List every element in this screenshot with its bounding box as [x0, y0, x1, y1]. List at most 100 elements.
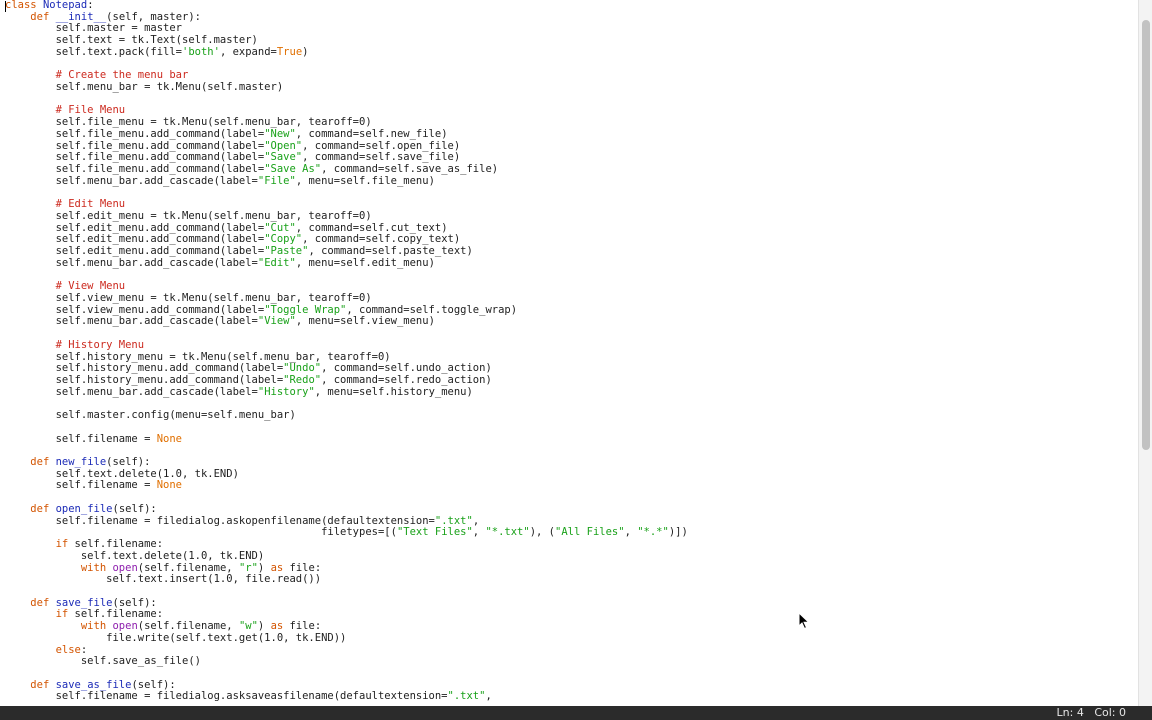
- code-token: (self):: [112, 596, 157, 609]
- code-token: , command=self.save_file): [302, 151, 461, 164]
- code-token: # File Menu: [55, 104, 126, 117]
- code-token: , command=self.copy_text): [302, 233, 461, 246]
- code-token: ,: [472, 514, 480, 527]
- code-token: )]): [668, 526, 688, 539]
- code-token: , menu=self.view_menu): [295, 315, 435, 328]
- code-token: "*.*": [637, 526, 669, 539]
- code-token: self.file_menu.add_command(label=: [5, 127, 265, 140]
- code-token: :: [80, 643, 88, 656]
- code-token: self.view_menu = tk.Menu(self.menu_bar, …: [5, 291, 372, 304]
- code-token: self.view_menu.add_command(label=: [5, 303, 265, 316]
- code-token: "Toggle Wrap": [264, 303, 347, 316]
- code-token: "View": [257, 315, 296, 328]
- code-token: self.text.delete(1.0, tk.END): [5, 549, 265, 562]
- code-token: file.write(self.text.get(1.0, tk.END)): [5, 631, 347, 644]
- code-token: self.text = tk.Text(self.master): [5, 34, 258, 47]
- code-token: "Undo": [283, 362, 322, 375]
- code-token: # Create the menu bar: [55, 69, 189, 82]
- code-token: self.text.insert(1.0, file.read()): [5, 573, 322, 586]
- code-token: else: [55, 643, 81, 656]
- code-token: True: [276, 45, 303, 58]
- code-line: file.write(self.text.get(1.0, tk.END)): [5, 631, 688, 645]
- code-token: self.history_menu = tk.Menu(self.menu_ba…: [5, 350, 391, 363]
- code-token: , command=self.new_file): [295, 127, 448, 140]
- code-token: (self.filename,: [137, 620, 239, 633]
- code-token: None: [156, 479, 183, 492]
- code-token: "History": [257, 385, 315, 398]
- code-token: "File": [257, 174, 296, 187]
- code-token: # Edit Menu: [55, 198, 126, 211]
- code-token: def: [30, 596, 50, 609]
- code-editor[interactable]: class Notepad: def __init__(self, master…: [0, 0, 1138, 706]
- code-token: Notepad: [42, 0, 88, 11]
- text-caret: [5, 1, 6, 12]
- code-token: , command=self.open_file): [302, 139, 461, 152]
- code-token: ".txt": [447, 690, 486, 703]
- code-token: with: [80, 620, 107, 633]
- code-token: self.edit_menu = tk.Menu(self.menu_bar, …: [5, 209, 372, 222]
- code-line: self.save_as_file(): [5, 655, 688, 668]
- code-token: self.menu_bar = tk.Menu(self.master): [5, 81, 284, 94]
- code-token: "Text Files": [396, 526, 473, 539]
- code-token: ): [257, 620, 271, 633]
- scrollbar-thumb[interactable]: [1142, 20, 1150, 450]
- code-line: self.menu_bar.add_cascade(label="Edit", …: [5, 256, 688, 270]
- code-line: self.menu_bar.add_cascade(label="History…: [5, 385, 688, 399]
- code-token: file:: [283, 561, 322, 574]
- code-token: self.menu_bar.add_cascade(label=: [5, 385, 258, 398]
- code-token: self.edit_menu.add_command(label=: [5, 245, 265, 258]
- code-token: (self, master):: [106, 10, 201, 23]
- code-token: self.text.pack(fill=: [5, 45, 183, 58]
- code-token: "All Files": [555, 526, 625, 539]
- code-token: with: [80, 561, 107, 574]
- code-token: # History Menu: [55, 338, 145, 351]
- code-token: "Save As": [264, 163, 322, 176]
- code-token: def: [30, 10, 50, 23]
- code-token: "w": [238, 620, 258, 633]
- vertical-scrollbar[interactable]: [1138, 0, 1152, 706]
- code-token: self.file_menu.add_command(label=: [5, 151, 265, 164]
- code-token: ,: [485, 690, 492, 703]
- code-line: self.master.config(menu=self.menu_bar): [5, 409, 688, 422]
- code-token: self.menu_bar.add_cascade(label=: [5, 256, 258, 269]
- code-text-area[interactable]: class Notepad: def __init__(self, master…: [5, 0, 688, 703]
- code-line: self.filename = None: [5, 480, 688, 492]
- code-token: (self):: [106, 456, 151, 469]
- code-line: self.filename = None: [5, 432, 688, 446]
- code-token: filetypes=[(: [5, 526, 397, 539]
- code-token: , command=self.save_as_file): [321, 163, 499, 176]
- code-token: ): [302, 45, 309, 58]
- cursor-position-indicator: Ln: 4 Col: 0: [1056, 706, 1126, 719]
- code-token: self.edit_menu.add_command(label=: [5, 221, 265, 234]
- code-token: "r": [238, 561, 258, 574]
- code-token: "Save": [264, 151, 303, 164]
- code-token: self.filename =: [5, 432, 157, 445]
- code-token: self.text.delete(1.0, tk.END): [5, 467, 239, 480]
- code-token: , menu=self.edit_menu): [295, 256, 435, 269]
- code-line: self.menu_bar = tk.Menu(self.master): [5, 81, 688, 94]
- code-token: self.file_menu.add_command(label=: [5, 163, 265, 176]
- code-token: self.menu_bar.add_cascade(label=: [5, 315, 258, 328]
- mouse-pointer-icon: [798, 612, 810, 630]
- code-token: (self):: [112, 502, 157, 515]
- code-token: "Edit": [257, 256, 296, 269]
- code-token: open: [112, 561, 138, 574]
- code-token: def: [30, 502, 50, 515]
- code-line: self.text.pack(fill='both', expand=True): [5, 45, 688, 59]
- code-line: self.menu_bar.add_cascade(label="File", …: [5, 174, 688, 188]
- code-token: class: [5, 0, 37, 11]
- code-token: , command=self.redo_action): [321, 374, 492, 386]
- code-token: # View Menu: [55, 280, 126, 293]
- code-token: if: [55, 538, 69, 551]
- code-token: self.save_as_file(): [5, 655, 201, 668]
- code-token: self.filename =: [5, 479, 157, 492]
- code-token: __init__: [55, 10, 107, 23]
- code-token: , expand=: [219, 45, 277, 58]
